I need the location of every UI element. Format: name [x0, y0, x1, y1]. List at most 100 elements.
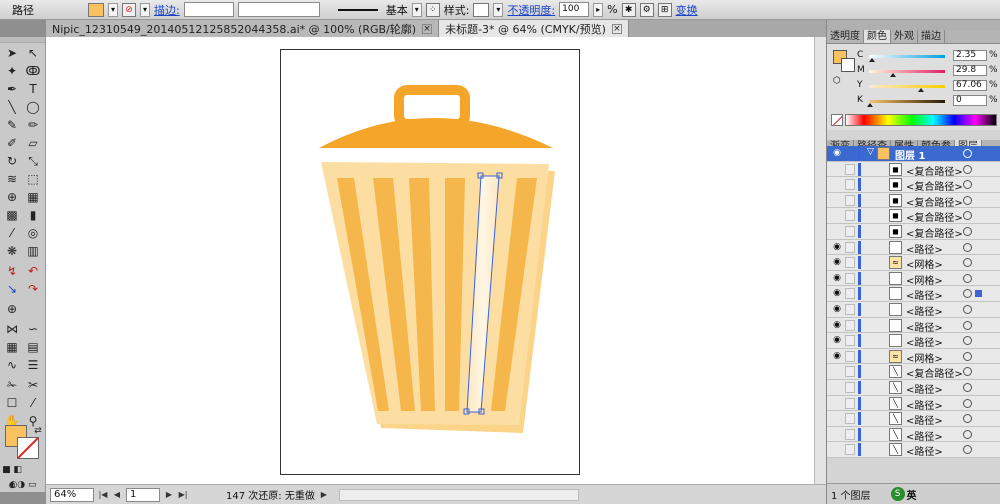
graph-tool-icon[interactable]: ▦ — [2, 339, 22, 355]
zoom-select[interactable]: 64% — [50, 487, 94, 502]
column-graph-tool-icon[interactable]: ▥ — [23, 243, 43, 259]
eye-icon[interactable]: ◉ — [831, 351, 843, 362]
layer-row[interactable]: ◉ <路径> — [827, 301, 1000, 318]
direct-selection-tool-icon[interactable]: ↖ — [23, 45, 43, 61]
width-tool-icon[interactable]: ↘ — [2, 281, 22, 297]
eye-icon[interactable]: ◉ — [831, 288, 843, 299]
eyedropper-tool-icon[interactable]: ⁄ — [2, 225, 22, 241]
eye-icon[interactable]: ◉ — [831, 257, 843, 268]
paintbrush-tool-icon[interactable]: ✎ — [2, 117, 22, 133]
lock-toggle[interactable] — [845, 241, 855, 253]
knife-tool-icon[interactable]: ⁄ — [23, 395, 43, 411]
stroke-weight-input[interactable] — [183, 2, 234, 17]
document-setup-icon[interactable]: ⚙ — [639, 2, 654, 17]
slice-tool-icon[interactable]: ∽ — [23, 321, 43, 337]
eye-icon[interactable]: ◉ — [831, 335, 843, 346]
lock-toggle[interactable] — [845, 163, 855, 175]
lock-toggle[interactable] — [845, 397, 855, 409]
stroke-color-box[interactable] — [17, 437, 39, 459]
variable-width-select[interactable] — [237, 2, 320, 17]
target-tool-icon[interactable]: ⊕ — [2, 301, 22, 317]
tab-stroke[interactable]: 描边 — [918, 30, 945, 43]
stroke-dropdown[interactable]: ▾ — [140, 2, 150, 17]
next-artboard-icon[interactable]: ▶ — [164, 490, 174, 499]
target-icon[interactable] — [963, 414, 972, 424]
fill-color-swatch[interactable] — [88, 2, 104, 17]
layer-row[interactable]: ╲ <路径> — [827, 426, 1000, 443]
artboard-tool-icon[interactable]: ⋈ — [2, 321, 22, 337]
target-icon[interactable] — [963, 429, 972, 439]
mesh-grid-tool-icon[interactable]: ▤ — [23, 339, 43, 355]
shape-builder-tool-icon[interactable]: ⊕ — [2, 189, 22, 205]
target-icon[interactable] — [963, 304, 972, 314]
eye-icon[interactable] — [831, 429, 843, 440]
prev-artboard-icon[interactable]: ◀ — [112, 490, 122, 499]
canvas-vertical-scrollbar[interactable] — [814, 37, 826, 484]
canvas-area[interactable] — [46, 37, 814, 484]
blob-brush-tool-icon[interactable]: ✐ — [2, 135, 22, 151]
eye-icon[interactable]: ◉ — [831, 273, 843, 284]
align-icon[interactable]: ⊞ — [657, 2, 672, 17]
tab-transparency[interactable]: 透明度 — [827, 30, 864, 43]
swap-colors-icon[interactable]: ⇄ — [28, 423, 48, 439]
lock-toggle[interactable] — [845, 210, 855, 222]
channel-value-input[interactable]: 29.8 — [953, 65, 987, 76]
target-icon[interactable] — [963, 351, 972, 361]
channel-value-input[interactable]: 0 — [953, 95, 987, 106]
expand-arrow-icon[interactable]: ▽ — [867, 147, 874, 157]
eye-icon[interactable] — [831, 226, 843, 237]
slider-thumb[interactable] — [868, 58, 875, 62]
eye-icon[interactable] — [831, 444, 843, 455]
opacity-dropdown[interactable]: ▸ — [593, 2, 604, 17]
artboard[interactable] — [280, 49, 580, 475]
target-icon[interactable] — [963, 289, 972, 299]
target-icon[interactable] — [963, 164, 972, 174]
stroke-profile-dropdown[interactable]: ▾ — [411, 2, 422, 17]
eye-icon[interactable]: ◉ — [831, 242, 843, 253]
cube-icon[interactable]: ⬡ — [833, 76, 841, 86]
lock-toggle[interactable] — [845, 288, 855, 300]
eye-icon[interactable] — [831, 398, 843, 409]
warp-tool-icon[interactable]: ≋ — [2, 171, 22, 187]
transform-link[interactable]: 变换 — [676, 2, 698, 18]
type-tool-icon[interactable]: T — [23, 81, 43, 97]
fill-dropdown[interactable]: ▾ — [108, 2, 118, 17]
color-mode-icon[interactable]: ■ ◧ ⊘ — [2, 462, 22, 491]
target-icon[interactable] — [963, 367, 972, 377]
free-transform-tool-icon[interactable]: ⬚ — [23, 171, 43, 187]
lock-toggle[interactable] — [845, 272, 855, 284]
eye-icon[interactable] — [831, 179, 843, 190]
eye-icon[interactable] — [831, 382, 843, 393]
target-icon[interactable] — [963, 180, 972, 190]
tab-color[interactable]: 颜色 — [864, 30, 891, 43]
close-icon[interactable]: × — [611, 23, 622, 34]
layer-row[interactable]: ╲ <复合路径> — [827, 364, 1000, 380]
brush-definition-icon[interactable]: ⁘ — [425, 2, 440, 17]
channel-slider[interactable] — [869, 55, 945, 58]
target-icon[interactable] — [963, 445, 972, 455]
gradient-tool-icon[interactable]: ▮ — [23, 207, 43, 223]
recolor-artwork-icon[interactable]: ✱ — [621, 2, 636, 17]
opacity-input[interactable]: 100 — [559, 2, 590, 17]
layer-row[interactable]: ◼ <复合路径> — [827, 208, 1000, 224]
eye-icon[interactable]: ◉ — [831, 304, 843, 315]
close-icon[interactable]: × — [422, 23, 433, 34]
tab-appearance[interactable]: 外观 — [891, 30, 918, 43]
slider-thumb[interactable] — [867, 103, 873, 107]
lock-toggle[interactable] — [845, 257, 855, 269]
ellipse-tool-icon[interactable]: ◯ — [23, 99, 43, 115]
lock-toggle[interactable] — [845, 225, 855, 237]
layer-row[interactable]: ◉ ≈ <网格> — [827, 255, 1000, 271]
trash-bin-illustration[interactable] — [281, 50, 581, 476]
rotate-tool-icon[interactable]: ↻ — [2, 153, 22, 169]
layer-row[interactable]: ╲ <路径> — [827, 379, 1000, 396]
lasso-tool-icon[interactable]: ↂ — [23, 63, 43, 79]
layer-row[interactable]: ╲ <路径> — [827, 411, 1000, 427]
lock-toggle[interactable] — [845, 194, 855, 206]
list-tool-icon[interactable]: ☰ — [23, 357, 43, 373]
channel-slider[interactable] — [869, 70, 945, 73]
symbol-sprayer-tool-icon[interactable]: ❋ — [2, 243, 22, 259]
target-icon[interactable] — [963, 195, 972, 205]
lock-toggle[interactable] — [845, 444, 855, 456]
scale-tool-icon[interactable]: ⤡ — [23, 153, 43, 169]
